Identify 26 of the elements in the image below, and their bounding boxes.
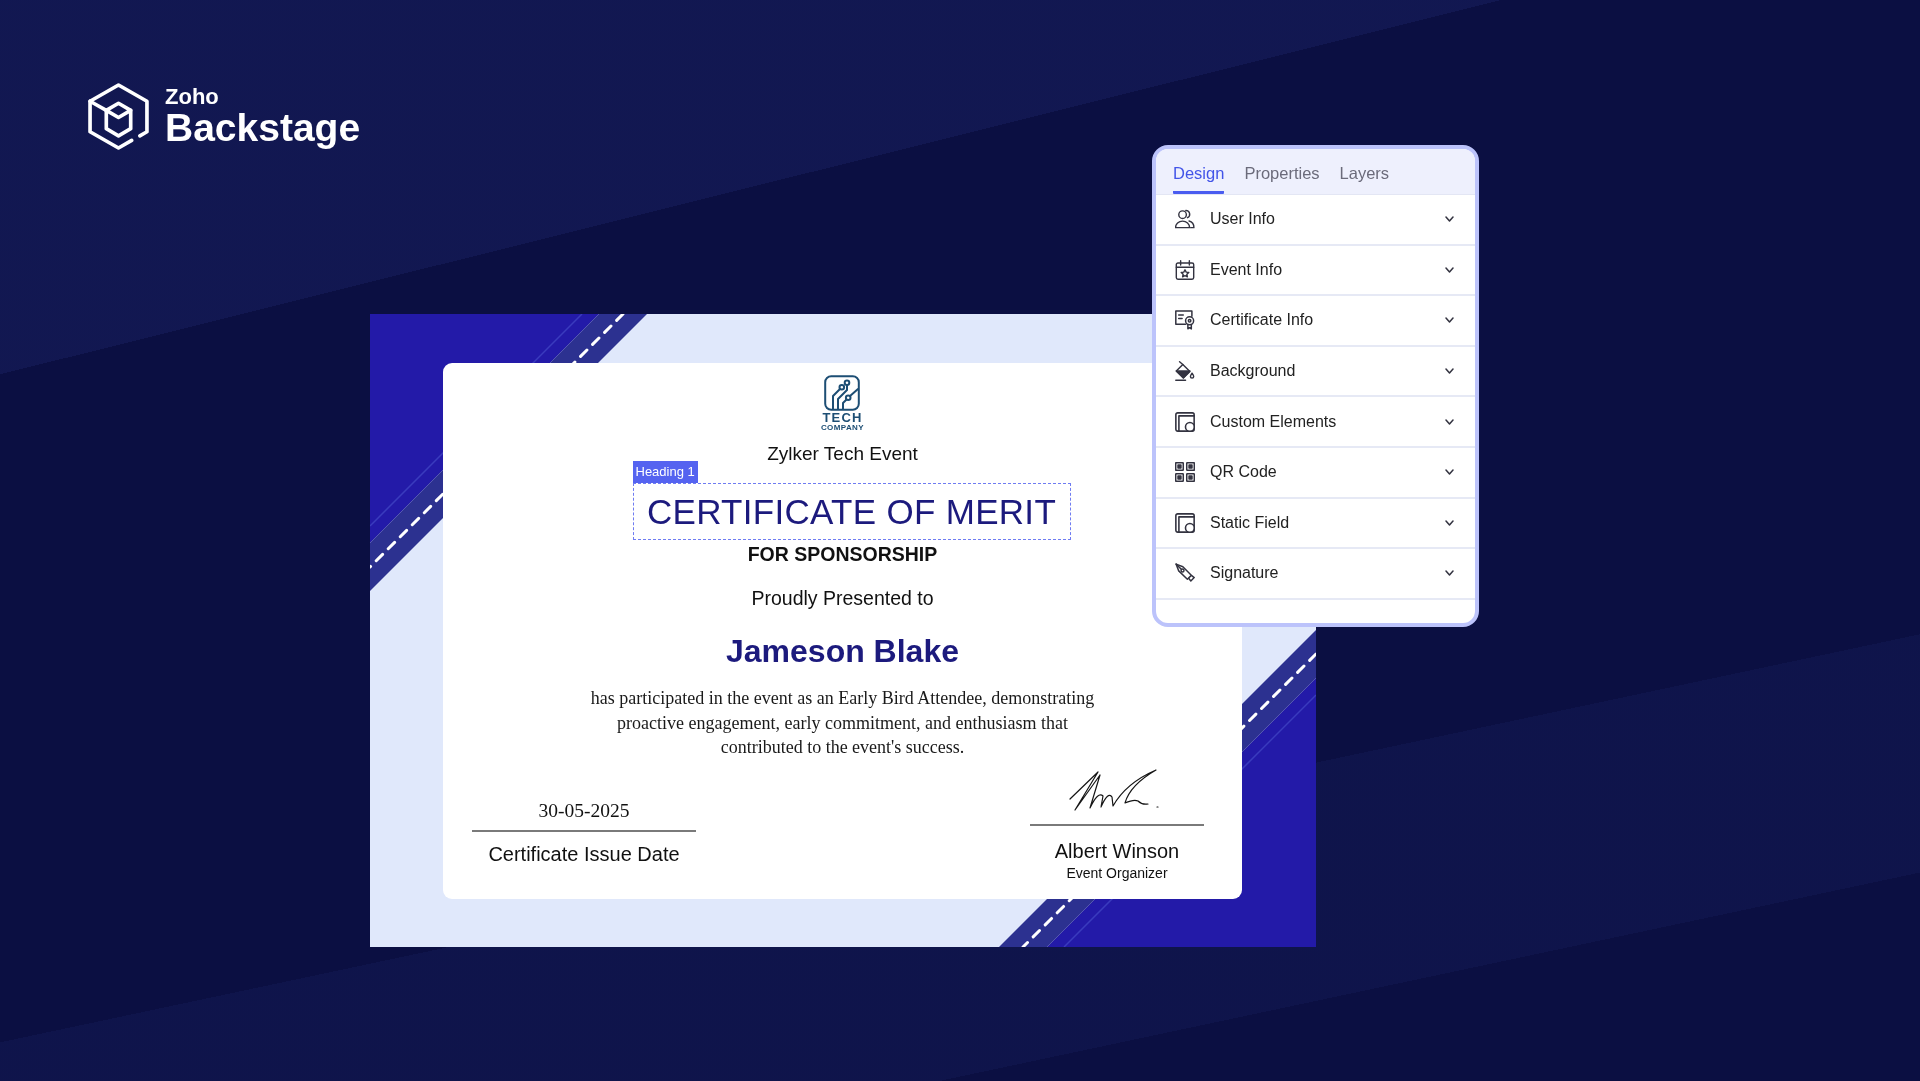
pen-nib-icon <box>1175 563 1195 584</box>
issue-date-label: Certificate Issue Date <box>488 841 680 866</box>
presented-text: Proudly Presented to <box>751 586 934 610</box>
panel-tab[interactable]: Layers <box>1339 163 1390 194</box>
recipient-name: Jameson Blake <box>726 632 959 670</box>
paint-bucket-icon <box>1175 361 1195 382</box>
logo-title: TECH <box>822 412 863 424</box>
hexagon-cube-logo-icon <box>87 81 150 152</box>
certificate-icon <box>1175 310 1195 331</box>
square-circle-icon <box>1175 512 1195 533</box>
brand-company: Zoho <box>165 85 220 109</box>
square-circle-icon <box>1175 411 1195 432</box>
issue-date: 30-05-2025 <box>538 798 630 823</box>
certificate-description: has participated in the event as an Early Bird Attendee, demonstrating proactive engagement, early commitment, and enthusiasm that contributed to the event's success. <box>589 687 1096 759</box>
circuit-logo-icon <box>824 375 861 411</box>
certificate-subtitle: FOR SPONSORSHIP <box>747 543 938 565</box>
event-name: Zylker Tech Event <box>767 444 918 464</box>
logo-subtitle: COMPANY <box>820 424 865 432</box>
qr-code-icon <box>1175 462 1195 483</box>
panel-tab[interactable]: Properties <box>1244 163 1320 194</box>
signatory-role: Event Organizer <box>1066 864 1168 881</box>
signatory-name: Albert Winson <box>1054 838 1180 863</box>
users-icon <box>1175 209 1195 230</box>
brand-product: Backstage <box>165 108 361 148</box>
selection-label: Heading 1 <box>632 461 698 483</box>
certificate-title[interactable]: CERTIFICATE OF MERIT <box>632 483 1071 540</box>
